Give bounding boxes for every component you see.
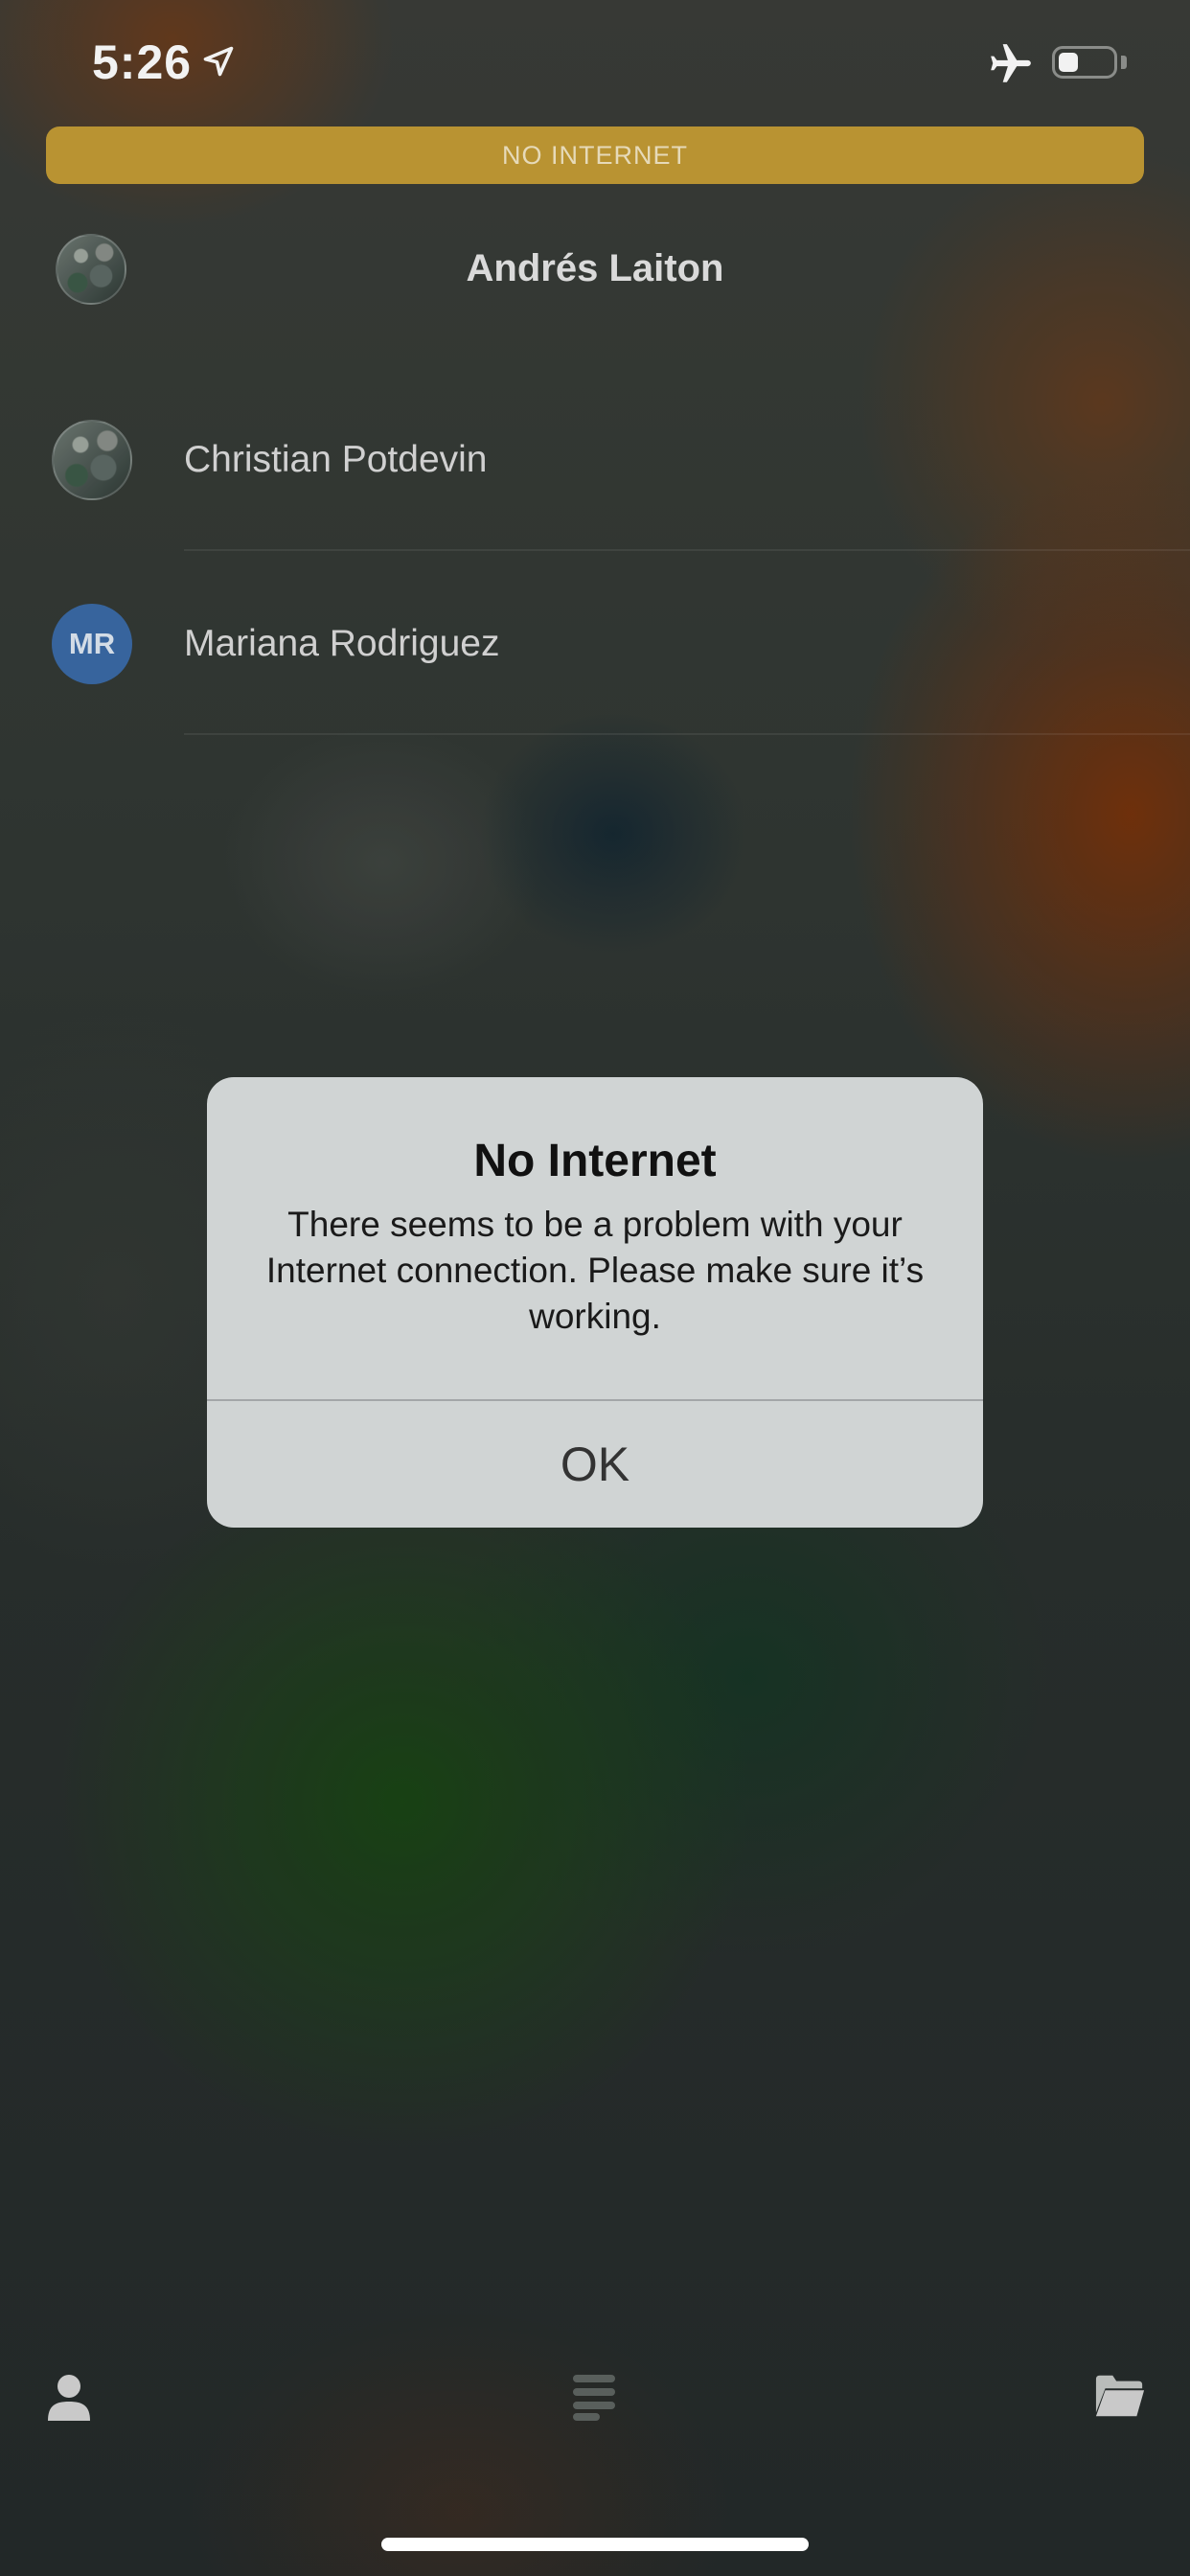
- alert-dialog: No Internet There seems to be a problem …: [207, 1077, 983, 1528]
- feed-icon[interactable]: [569, 2371, 619, 2421]
- profile-icon[interactable]: [46, 2371, 92, 2425]
- folder-icon[interactable]: [1094, 2371, 1146, 2421]
- ok-button[interactable]: OK: [207, 1401, 983, 1528]
- alert-message: There seems to be a problem with your In…: [265, 1205, 925, 1336]
- alert-title: No Internet: [473, 1136, 717, 1186]
- home-indicator[interactable]: [381, 2538, 809, 2551]
